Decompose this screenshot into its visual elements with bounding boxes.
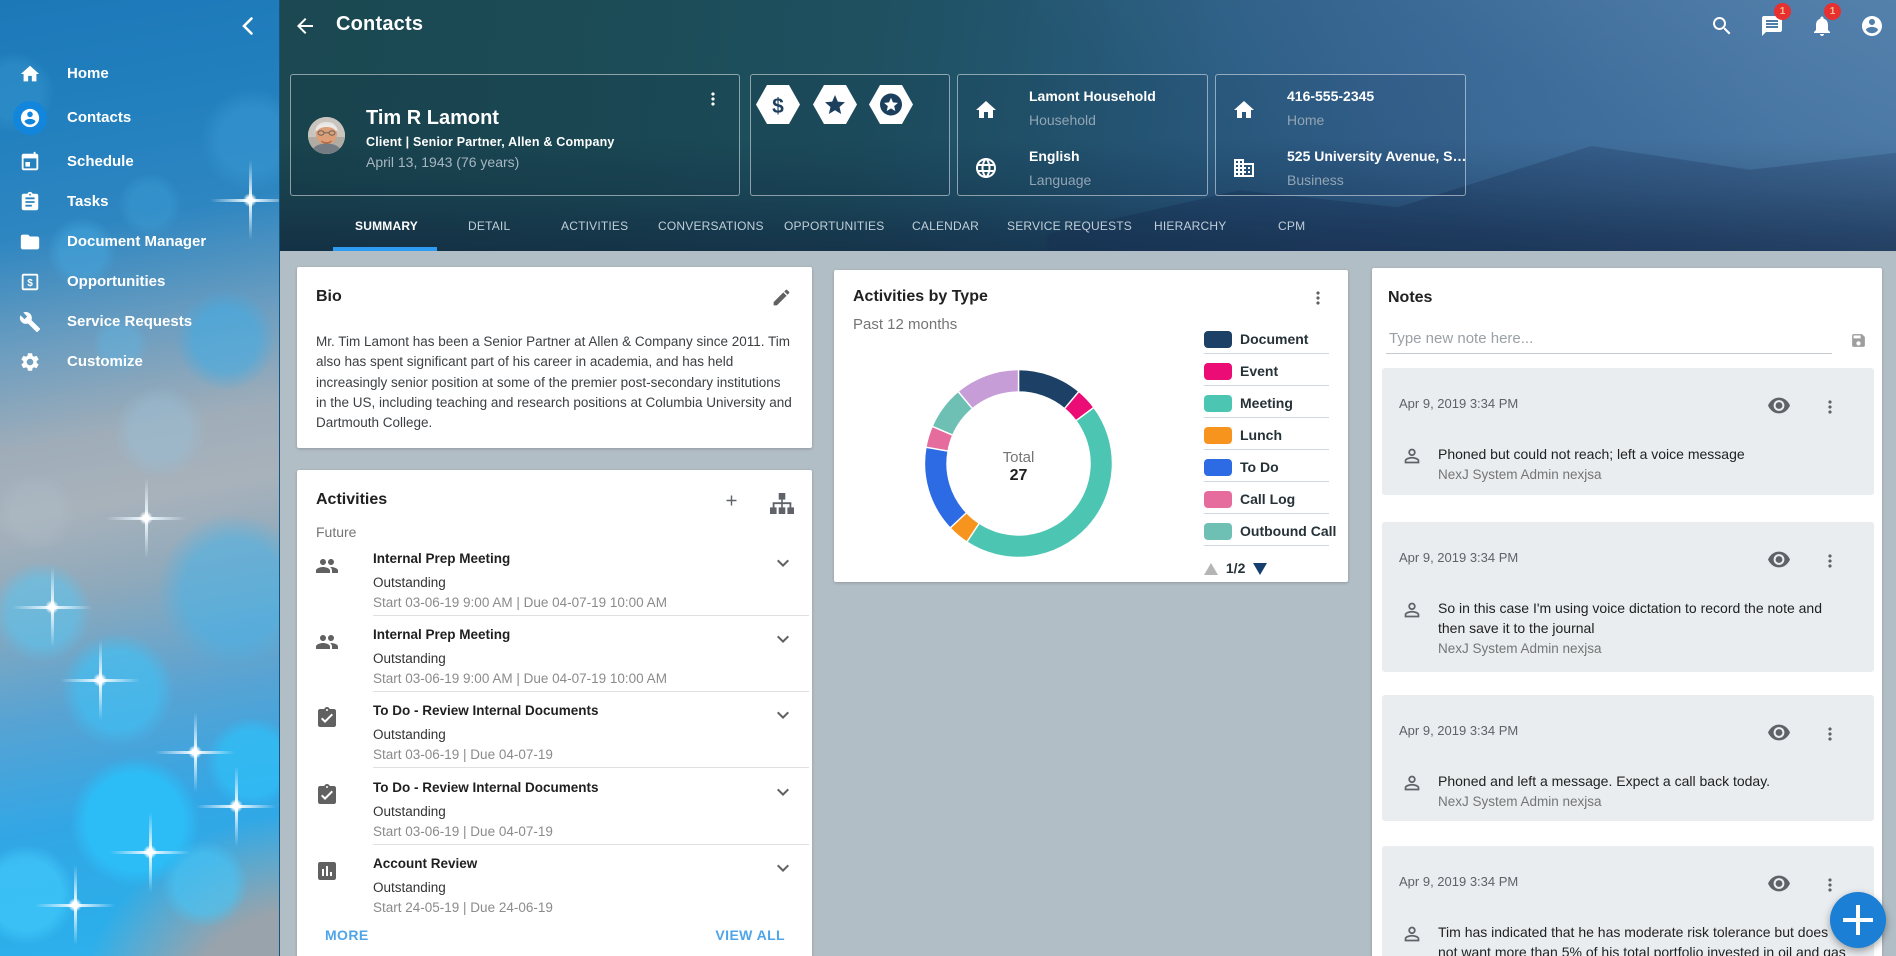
svg-text:$: $ (27, 278, 33, 289)
svg-text:$: $ (772, 95, 784, 118)
